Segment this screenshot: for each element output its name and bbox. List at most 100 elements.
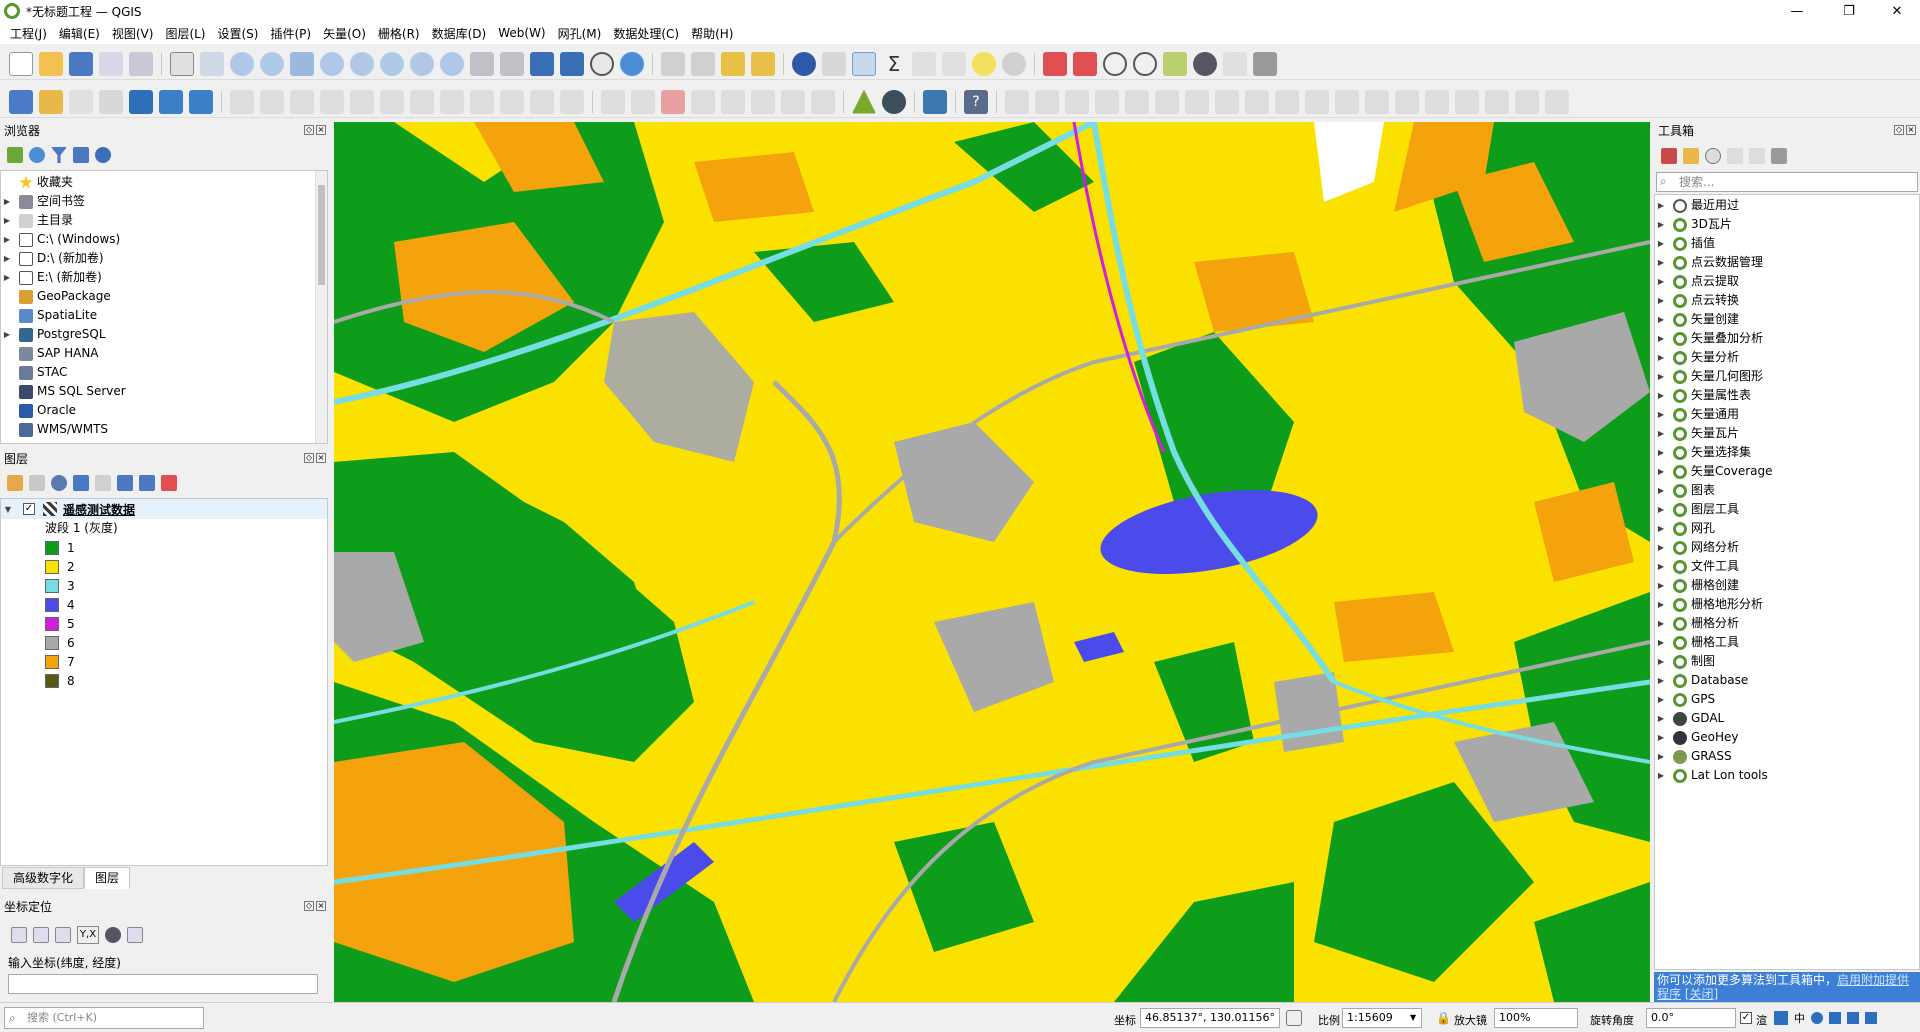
close-button[interactable]: ✕ bbox=[1874, 0, 1920, 22]
settings-tray-icon[interactable] bbox=[1865, 1012, 1877, 1024]
tab-layers[interactable]: 图层 bbox=[84, 867, 131, 889]
attribute-table-icon[interactable] bbox=[822, 51, 846, 76]
select-features-icon[interactable] bbox=[661, 51, 685, 76]
delete-ring-icon[interactable] bbox=[1215, 89, 1239, 114]
toolbox-item[interactable]: ▶ 矢量分析 bbox=[1655, 348, 1919, 367]
expand-arrow-icon[interactable]: ▶ bbox=[1655, 519, 1667, 538]
simplify-icon[interactable] bbox=[1095, 89, 1119, 114]
label-tool-icon[interactable] bbox=[601, 89, 625, 114]
render-checkbox[interactable]: ✓ bbox=[1740, 1012, 1752, 1024]
expand-arrow-icon[interactable]: ▶ bbox=[1655, 747, 1667, 766]
zoom-next-icon[interactable] bbox=[440, 51, 464, 76]
toolbox-item[interactable]: ▶ GPS bbox=[1655, 690, 1919, 709]
expand-arrow-icon[interactable]: ▶ bbox=[1655, 690, 1667, 709]
manage-visibility-icon[interactable] bbox=[51, 475, 67, 491]
xy-coordinate-icon[interactable] bbox=[1223, 51, 1247, 76]
diagram-tool-icon[interactable] bbox=[631, 89, 655, 114]
expand-arrow-icon[interactable]: ▶ bbox=[1, 211, 13, 230]
expand-arrow-icon[interactable]: ▶ bbox=[1655, 614, 1667, 633]
float-panel-icon[interactable]: ◇ bbox=[304, 453, 314, 463]
expand-arrow-icon[interactable]: ▶ bbox=[1655, 671, 1667, 690]
save-edits-icon[interactable] bbox=[290, 89, 314, 114]
delete-part-icon[interactable] bbox=[1245, 89, 1269, 114]
python-console-icon[interactable] bbox=[923, 89, 947, 114]
browser-item[interactable]: MS SQL Server bbox=[1, 382, 327, 401]
results-icon[interactable] bbox=[1727, 148, 1743, 164]
toolbox-item[interactable]: ▶ 矢量选择集 bbox=[1655, 443, 1919, 462]
toolbox-item[interactable]: ▶ 网孔 bbox=[1655, 519, 1919, 538]
label-show-icon[interactable] bbox=[721, 89, 745, 114]
add-vector-tile-icon[interactable] bbox=[99, 89, 123, 114]
copy-icon[interactable] bbox=[470, 89, 494, 114]
chevron-down-icon[interactable]: ▼ bbox=[1410, 1013, 1416, 1022]
toolbox-item[interactable]: ▶ Lat Lon tools bbox=[1655, 766, 1919, 785]
label-move2-icon[interactable] bbox=[751, 89, 775, 114]
add-group-icon[interactable] bbox=[29, 475, 45, 491]
close-panel-icon[interactable]: × bbox=[316, 125, 326, 135]
expand-arrow-icon[interactable]: ▶ bbox=[1, 268, 13, 287]
toolbox-item[interactable]: ▶ 图层工具 bbox=[1655, 500, 1919, 519]
toolbox-search-input[interactable]: 搜索... bbox=[1656, 172, 1918, 192]
rotate-feature-icon[interactable] bbox=[1065, 89, 1089, 114]
expand-arrow-icon[interactable]: ▶ bbox=[1655, 633, 1667, 652]
browser-item[interactable]: ▶ C:\ (Windows) bbox=[1, 230, 327, 249]
zoom-native-icon[interactable] bbox=[380, 51, 404, 76]
gps-tool-icon[interactable] bbox=[882, 89, 906, 114]
layout-icon[interactable] bbox=[912, 51, 936, 76]
expand-arrow-icon[interactable]: ▶ bbox=[1655, 405, 1667, 424]
lock-icon[interactable]: 🔒 bbox=[1436, 1011, 1451, 1025]
toolbox-item[interactable]: ▶ GRASS bbox=[1655, 747, 1919, 766]
menu-project[interactable]: 工程(J) bbox=[4, 25, 53, 42]
collapse-arrow-icon[interactable]: ▼ bbox=[1, 505, 15, 514]
add-ring-icon[interactable] bbox=[1125, 89, 1149, 114]
toolbox-item[interactable]: ▶ 3D瓦片 bbox=[1655, 215, 1919, 234]
menu-plugins[interactable]: 插件(P) bbox=[264, 25, 317, 42]
label-zoom-icon[interactable] bbox=[1103, 51, 1127, 76]
close-panel-icon[interactable]: × bbox=[1906, 125, 1916, 135]
trim-extend-icon[interactable] bbox=[1515, 89, 1539, 114]
label-rotate2-icon[interactable] bbox=[781, 89, 805, 114]
toolbox-item[interactable]: ▶ 矢量几何图形 bbox=[1655, 367, 1919, 386]
expand-arrow-icon[interactable]: ▶ bbox=[1655, 538, 1667, 557]
menu-help[interactable]: 帮助(H) bbox=[685, 25, 739, 42]
float-panel-icon[interactable]: ◇ bbox=[304, 125, 314, 135]
locator-zoom-icon[interactable] bbox=[1002, 51, 1026, 76]
advanced-digitize-icon[interactable] bbox=[1005, 89, 1029, 114]
merge-features-icon[interactable] bbox=[1395, 89, 1419, 114]
expand-arrow-icon[interactable]: ▶ bbox=[1655, 215, 1667, 234]
browser-item[interactable]: STAC bbox=[1, 363, 327, 382]
map-canvas[interactable] bbox=[334, 122, 1650, 1002]
filter-legend-icon[interactable] bbox=[73, 475, 89, 491]
open-project-icon[interactable] bbox=[39, 51, 63, 76]
highlight-pin-icon[interactable] bbox=[1073, 51, 1097, 76]
add-raster-layer-icon[interactable] bbox=[39, 89, 63, 114]
browser-item[interactable]: ▶ PostgreSQL bbox=[1, 325, 327, 344]
expand-arrow-icon[interactable]: ▶ bbox=[1655, 291, 1667, 310]
browser-scrollbar[interactable] bbox=[315, 171, 327, 443]
toolbox-item[interactable]: ▶ 插值 bbox=[1655, 234, 1919, 253]
expand-arrow-icon[interactable]: ▶ bbox=[1655, 329, 1667, 348]
expand-arrow-icon[interactable]: ▶ bbox=[1655, 253, 1667, 272]
refresh-icon[interactable] bbox=[620, 51, 644, 76]
expand-arrow-icon[interactable]: ▶ bbox=[1655, 481, 1667, 500]
toolbox-item[interactable]: ▶ 最近用过 bbox=[1655, 196, 1919, 215]
undo-icon[interactable] bbox=[530, 89, 554, 114]
layer-row[interactable]: ▼ ✓ 遥感测试数据 bbox=[1, 499, 327, 519]
label-rotate-icon[interactable] bbox=[1133, 51, 1157, 76]
scripts-icon[interactable] bbox=[1683, 148, 1699, 164]
show-bookmarks-icon[interactable] bbox=[560, 51, 584, 76]
label-pin-icon[interactable] bbox=[691, 89, 715, 114]
minimize-button[interactable]: — bbox=[1774, 0, 1820, 22]
menu-processing[interactable]: 数据处理(C) bbox=[607, 25, 685, 42]
menu-raster[interactable]: 栅格(R) bbox=[372, 25, 426, 42]
toolbox-item[interactable]: ▶ 矢量通用 bbox=[1655, 405, 1919, 424]
edit-pencil-icon[interactable] bbox=[260, 89, 284, 114]
save-project-icon[interactable] bbox=[69, 51, 93, 76]
menu-mesh[interactable]: 网孔(M) bbox=[552, 25, 608, 42]
expand-arrow-icon[interactable]: ▶ bbox=[1655, 310, 1667, 329]
add-delimited-text-icon[interactable] bbox=[69, 89, 93, 114]
menu-vector[interactable]: 矢量(O) bbox=[317, 25, 372, 42]
expand-arrow-icon[interactable]: ▶ bbox=[1655, 728, 1667, 747]
expand-arrow-icon[interactable]: ▶ bbox=[1655, 766, 1667, 785]
expand-arrow-icon[interactable]: ▶ bbox=[1655, 196, 1667, 215]
